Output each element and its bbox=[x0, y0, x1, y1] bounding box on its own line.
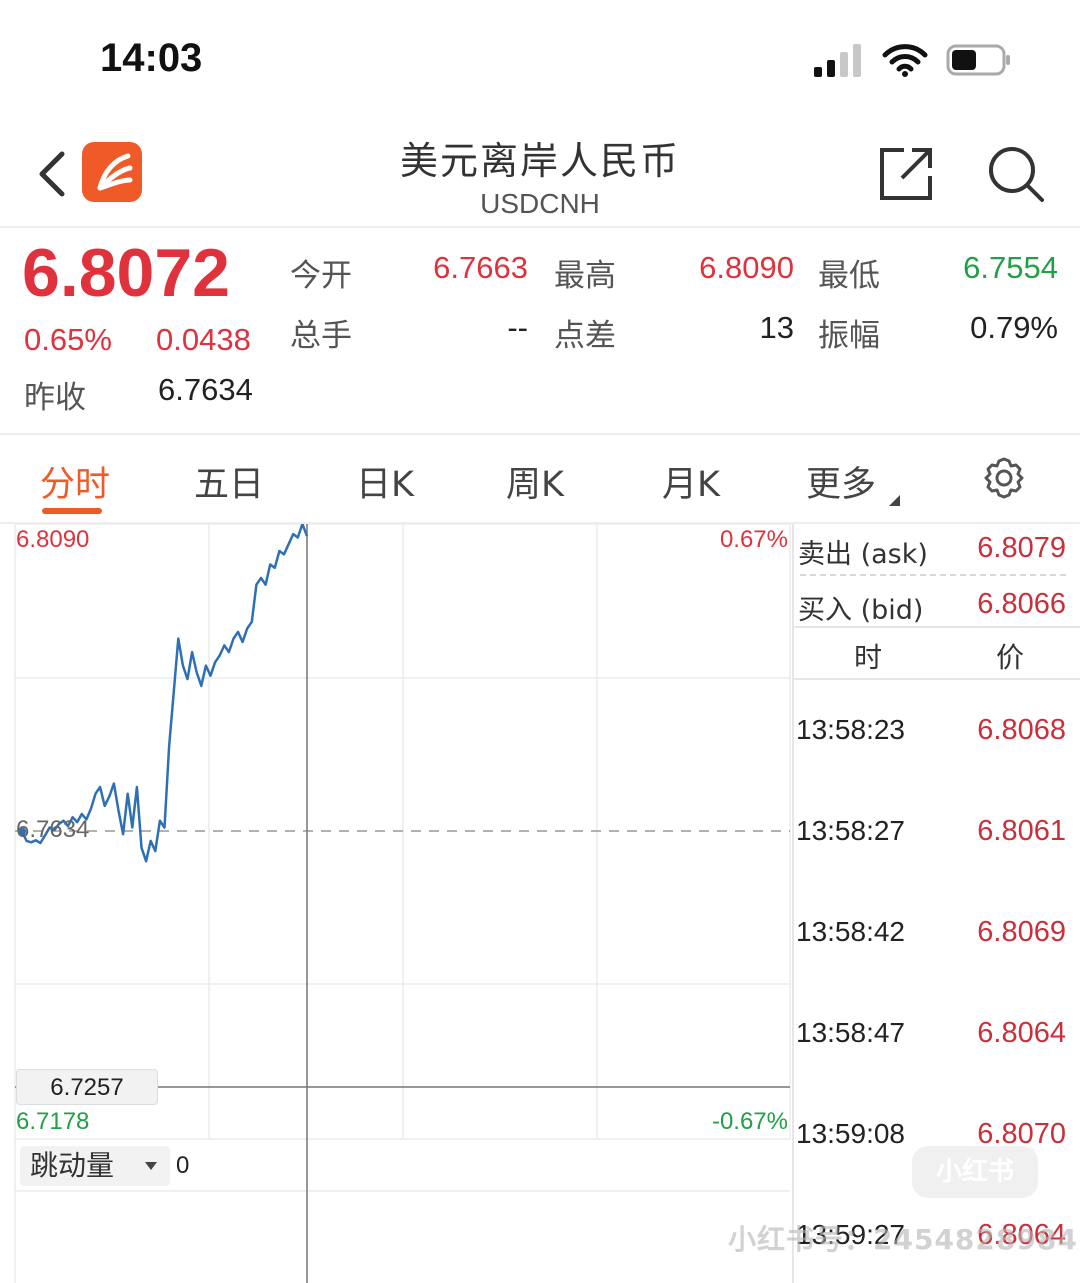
quote-summary: 6.8072 0.65% 0.0438 昨收 6.7634 今开 6.7663 … bbox=[0, 230, 1080, 435]
tab-five-day[interactable]: 五日 bbox=[194, 456, 264, 507]
bid-label: 买入 (bid) bbox=[798, 595, 924, 626]
ticks-header-divider-top bbox=[794, 626, 1080, 628]
spread-label: 点差 bbox=[554, 318, 616, 354]
settings-gear-icon[interactable] bbox=[982, 456, 1026, 500]
tab-weekly-k[interactable]: 周K bbox=[506, 456, 564, 507]
tick-price: 6.8061 bbox=[977, 815, 1066, 847]
active-tab-indicator bbox=[42, 508, 102, 514]
tick-time: 13:58:27 bbox=[796, 815, 905, 846]
tab-more-label: 更多 bbox=[806, 465, 877, 505]
high-label: 最高 bbox=[554, 258, 616, 294]
tick-time: 13:59:08 bbox=[796, 1118, 905, 1149]
battery-icon bbox=[946, 44, 1010, 76]
open-label: 今开 bbox=[290, 258, 352, 294]
last-price: 6.8072 bbox=[22, 235, 230, 311]
high-value: 6.8090 bbox=[699, 250, 794, 285]
prev-close-label: 昨收 bbox=[24, 380, 86, 416]
spread-value: 13 bbox=[759, 310, 794, 345]
low-label: 最低 bbox=[818, 258, 880, 294]
tick-time: 13:58:47 bbox=[796, 1017, 905, 1048]
tab-monthly-k[interactable]: 月K bbox=[662, 456, 720, 507]
chart-bottom-percent: -0.67% bbox=[711, 1108, 788, 1135]
low-value: 6.7554 bbox=[963, 250, 1058, 285]
share-icon[interactable] bbox=[878, 144, 936, 202]
ticks-header-divider-bottom bbox=[794, 678, 1080, 680]
search-icon[interactable] bbox=[986, 144, 1046, 204]
chart-period-tabs: 分时 五日 日K 周K 月K 更多 bbox=[0, 436, 1080, 524]
volume-label: 总手 bbox=[290, 318, 352, 354]
select-caret-icon bbox=[145, 1162, 157, 1170]
wifi-icon bbox=[882, 44, 928, 77]
cellular-signal-icon bbox=[814, 44, 861, 77]
ticks-time-header: 时 bbox=[854, 641, 883, 674]
chart-bottom-price: 6.7178 bbox=[16, 1108, 90, 1135]
indicator-select[interactable]: 跳动量 bbox=[20, 1146, 170, 1186]
tick-price: 6.8069 bbox=[977, 916, 1066, 948]
price-series bbox=[18, 524, 309, 863]
tick-time: 13:58:23 bbox=[796, 714, 905, 745]
status-icons bbox=[814, 40, 1012, 80]
indicator-select-label: 跳动量 bbox=[30, 1149, 115, 1182]
dropdown-triangle-icon bbox=[889, 495, 901, 506]
chart-mid-price: 6.7634 bbox=[16, 816, 90, 843]
ask-price: 6.8079 bbox=[977, 532, 1066, 564]
tick-price: 6.8068 bbox=[977, 714, 1066, 746]
navigation-header: 美元离岸人民币 USDCNH bbox=[0, 110, 1080, 228]
amplitude-label: 振幅 bbox=[818, 318, 880, 354]
status-bar: 14:03 bbox=[0, 0, 1080, 110]
bid-price: 6.8066 bbox=[977, 588, 1066, 620]
watermark-brand: 小红书 bbox=[912, 1146, 1038, 1198]
prev-close-value: 6.7634 bbox=[158, 372, 253, 407]
crosshair-price-label: 6.7257 bbox=[16, 1069, 158, 1105]
tab-more[interactable]: 更多 bbox=[806, 456, 901, 507]
intraday-chart[interactable]: 6.8090 0.67% 6.7634 6.7257 6.7178 -0.67%… bbox=[0, 524, 792, 1283]
change-percent: 0.65% bbox=[24, 322, 112, 357]
crosshair-price-value: 6.7257 bbox=[50, 1074, 124, 1101]
amplitude-value: 0.79% bbox=[970, 310, 1058, 345]
tick-time: 13:58:42 bbox=[796, 916, 905, 947]
price-series-line bbox=[20, 524, 309, 863]
status-time: 14:03 bbox=[100, 36, 203, 80]
ticks-price-header: 价 bbox=[996, 641, 1025, 674]
volume-value: -- bbox=[507, 310, 528, 345]
chart-top-price: 6.8090 bbox=[16, 526, 90, 553]
chart-top-percent: 0.67% bbox=[719, 526, 788, 553]
watermark-id: 小红书号：2454828984 bbox=[728, 1223, 1078, 1256]
tab-intraday[interactable]: 分时 bbox=[40, 456, 110, 507]
ask-label: 卖出 (ask) bbox=[798, 539, 928, 570]
change-amount: 0.0438 bbox=[156, 322, 251, 357]
indicator-value: 0 bbox=[176, 1152, 190, 1179]
ask-bid-divider bbox=[800, 574, 1066, 576]
tab-daily-k[interactable]: 日K bbox=[356, 456, 414, 507]
tick-price: 6.8064 bbox=[977, 1017, 1066, 1049]
open-value: 6.7663 bbox=[433, 250, 528, 285]
